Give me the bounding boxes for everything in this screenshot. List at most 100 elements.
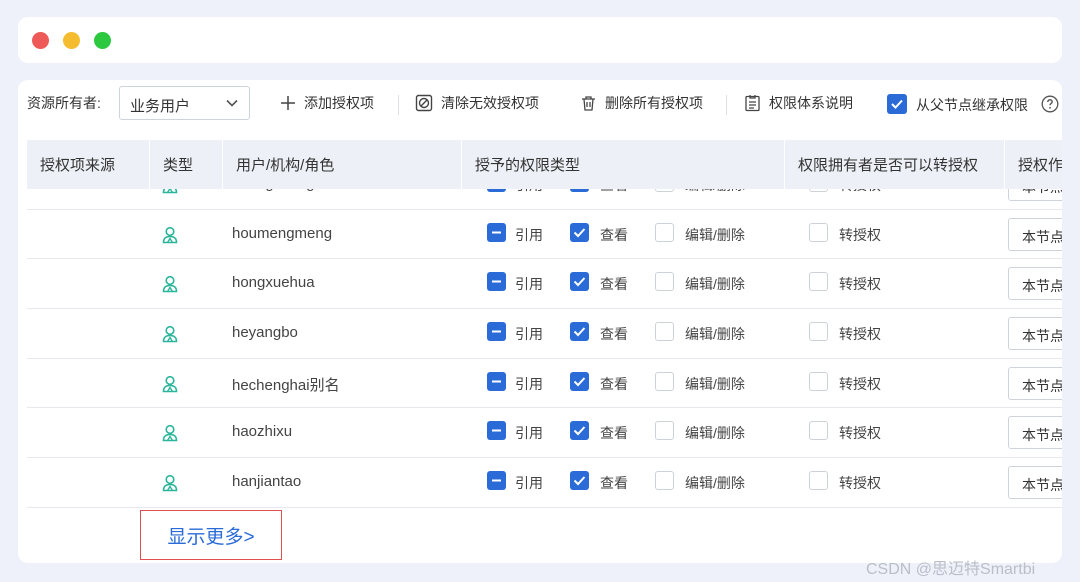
user-icon — [162, 425, 178, 442]
user-name: hanjiantao — [232, 473, 302, 491]
grant-label: 转授权 — [839, 226, 881, 243]
action-select[interactable]: 本节点 — [1008, 217, 1062, 251]
ref-checkbox[interactable] — [487, 471, 506, 491]
checkmark-icon — [573, 426, 586, 436]
edit-label: 编辑/删除 — [685, 226, 745, 243]
view-checkbox[interactable] — [570, 471, 589, 491]
col-divider — [222, 140, 223, 189]
ref-checkbox[interactable] — [487, 222, 506, 242]
grant-label: 转授权 — [839, 189, 881, 195]
user-icon — [162, 475, 178, 492]
view-checkbox[interactable] — [570, 322, 589, 342]
col-divider — [461, 140, 462, 189]
edit-checkbox[interactable] — [655, 371, 674, 391]
view-checkbox[interactable] — [570, 371, 589, 391]
grant-checkbox[interactable] — [809, 322, 828, 342]
table-row: hechenghai别名 引用 查看 编辑/删除 转授权 本节点 — [27, 359, 1062, 409]
maximize-window-button[interactable] — [94, 32, 111, 49]
ref-label: 引用 — [515, 226, 543, 243]
grant-checkbox[interactable] — [809, 222, 828, 242]
edit-checkbox[interactable] — [655, 222, 674, 242]
action-select[interactable]: 本节点 — [1008, 267, 1062, 301]
edit-checkbox[interactable] — [655, 272, 674, 292]
col-can-grant: 权限拥有者是否可以转授权 — [798, 157, 979, 174]
grant-checkbox[interactable] — [809, 189, 828, 192]
ref-label: 引用 — [515, 189, 543, 195]
permission-doc-button[interactable]: 权限体系说明 — [744, 91, 853, 115]
ref-checkbox[interactable] — [487, 272, 506, 292]
ref-label: 引用 — [515, 276, 543, 293]
action-select[interactable]: 本节点 — [1008, 189, 1062, 201]
view-label: 查看 — [600, 375, 628, 392]
user-name: houmengmeng — [232, 224, 333, 242]
grant-label: 转授权 — [839, 276, 881, 293]
delete-all-button[interactable]: 删除所有授权项 — [580, 91, 703, 115]
edit-checkbox[interactable] — [655, 322, 674, 342]
show-more-link[interactable]: 显示更多> — [140, 510, 282, 560]
grant-checkbox[interactable] — [809, 471, 828, 491]
add-grant-button[interactable]: 添加授权项 — [280, 91, 374, 115]
indeterminate-icon — [492, 479, 501, 482]
view-label: 查看 — [600, 475, 628, 492]
toolbar-divider — [726, 95, 727, 115]
view-checkbox[interactable] — [570, 272, 589, 292]
ref-checkbox[interactable] — [487, 371, 506, 391]
col-source: 授权项来源 — [40, 157, 116, 174]
edit-label: 编辑/删除 — [685, 189, 745, 195]
indeterminate-icon — [492, 330, 501, 333]
grant-checkbox[interactable] — [809, 421, 828, 441]
toolbar: 资源所有者: 业务用户 添加授权项 清除无效授权项 删除所有授权项 权限体系说明… — [18, 80, 1062, 126]
user-icon — [162, 189, 178, 194]
grant-checkbox[interactable] — [809, 272, 828, 292]
col-action: 授权作 — [1018, 157, 1062, 174]
view-checkbox[interactable] — [570, 189, 589, 192]
edit-label: 编辑/删除 — [685, 326, 745, 343]
grant-checkbox[interactable] — [809, 371, 828, 391]
checkmark-icon — [573, 228, 586, 238]
window-titlebar — [18, 17, 1062, 63]
view-label: 查看 — [600, 226, 628, 243]
view-label: 查看 — [600, 425, 628, 442]
user-name: haozhixu — [232, 423, 293, 441]
ref-checkbox[interactable] — [487, 322, 506, 342]
user-name: hongxuehua — [232, 274, 315, 292]
plus-icon — [281, 96, 295, 110]
table-row: hanjiantao 引用 查看 编辑/删除 转授权 本节点 — [27, 458, 1062, 508]
user-icon — [162, 226, 178, 243]
trash-icon — [582, 95, 595, 111]
action-select[interactable]: 本节点 — [1008, 466, 1062, 500]
action-select[interactable]: 本节点 — [1008, 416, 1062, 450]
action-select[interactable]: 本节点 — [1008, 366, 1062, 400]
edit-checkbox[interactable] — [655, 471, 674, 491]
close-window-button[interactable] — [32, 32, 49, 49]
edit-checkbox[interactable] — [655, 421, 674, 441]
ref-label: 引用 — [515, 375, 543, 392]
add-grant-label: 添加授权项 — [304, 95, 374, 111]
indeterminate-icon — [492, 380, 501, 383]
grant-label: 转授权 — [839, 475, 881, 492]
ref-checkbox[interactable] — [487, 189, 506, 192]
edit-checkbox[interactable] — [655, 189, 674, 192]
view-checkbox[interactable] — [570, 222, 589, 242]
ref-label: 引用 — [515, 326, 543, 343]
checkmark-icon — [573, 377, 586, 387]
forbidden-icon — [415, 94, 433, 112]
user-name: hechenghai别名 — [232, 376, 340, 394]
action-select[interactable]: 本节点 — [1008, 317, 1062, 351]
clear-invalid-label: 清除无效授权项 — [441, 95, 539, 111]
watermark: CSDN @思迈特Smartbi — [866, 561, 1036, 578]
ref-label: 引用 — [515, 425, 543, 442]
table-body: huangchang 引用 查看 编辑/删除 转授权 本节点 houmengme… — [27, 189, 1062, 517]
grant-label: 转授权 — [839, 425, 881, 442]
clear-invalid-button[interactable]: 清除无效授权项 — [415, 91, 539, 115]
help-icon[interactable] — [1041, 95, 1059, 113]
view-label: 查看 — [600, 326, 628, 343]
owner-select[interactable]: 业务用户 — [119, 86, 250, 120]
minimize-window-button[interactable] — [63, 32, 80, 49]
permission-doc-label: 权限体系说明 — [769, 95, 853, 111]
inherit-checkbox[interactable] — [887, 94, 907, 114]
checkmark-icon — [570, 189, 589, 192]
ref-checkbox[interactable] — [487, 421, 506, 441]
inherit-label: 从父节点继承权限 — [916, 97, 1028, 113]
view-checkbox[interactable] — [570, 421, 589, 441]
